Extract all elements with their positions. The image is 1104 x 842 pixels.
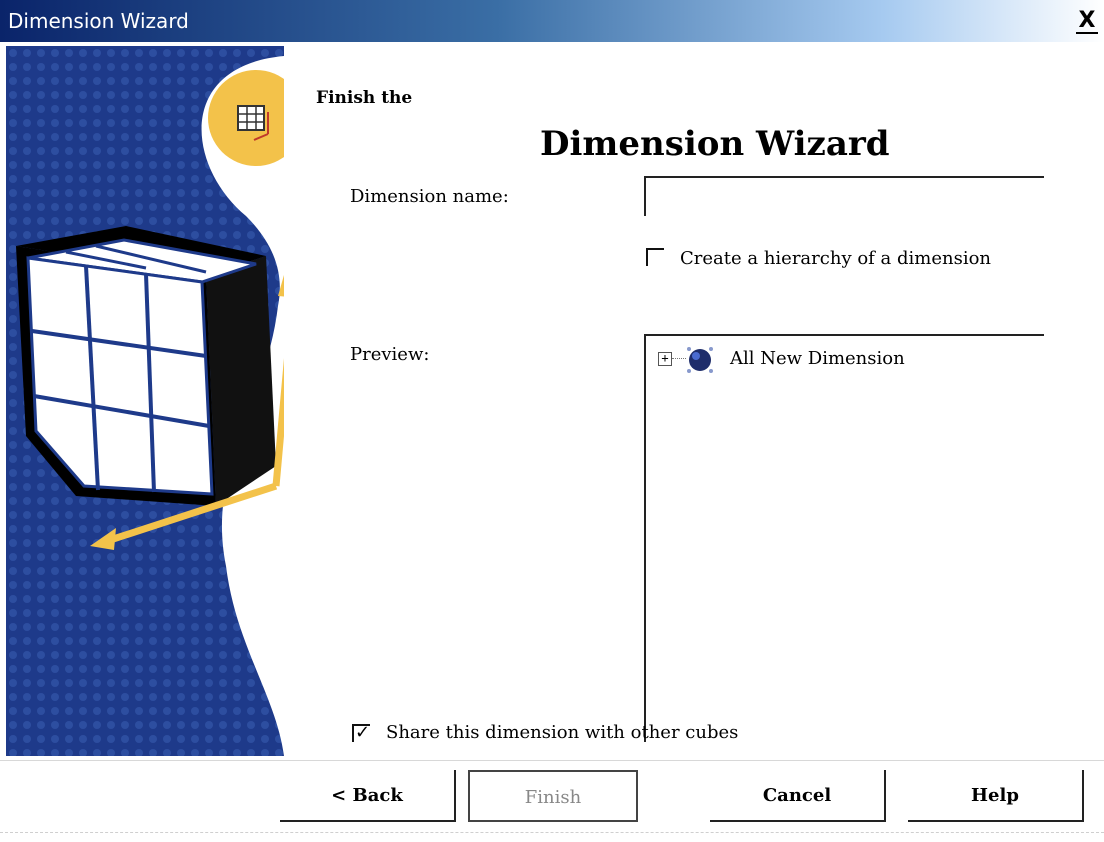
dimension-name-input[interactable] [644,176,1044,216]
cancel-button[interactable]: Cancel [710,770,886,822]
dimension-globe-icon [687,347,713,373]
back-button[interactable]: < Back [280,770,456,822]
share-checkbox[interactable]: ✓ [352,722,371,743]
tree-connector [672,358,686,359]
window-title: Dimension Wizard [8,9,189,33]
finish-button[interactable]: Finish [468,770,638,822]
dimension-name-label-text: Dimension name: [350,186,509,207]
tree-item-all-new-dimension[interactable]: All New Dimension [730,348,905,369]
close-icon[interactable]: X [1079,8,1096,33]
checkmark-icon: ✓ [355,722,371,743]
expand-icon[interactable]: + [658,352,672,366]
page-title: Dimension Wizard [540,124,890,164]
wizard-illustration [6,46,284,756]
close-button[interactable]: X [1076,10,1098,34]
help-button[interactable]: Help [908,770,1084,822]
dimension-name-label: Dimension name: [350,186,509,207]
bottom-divider [0,832,1104,833]
preview-label: Preview: [350,344,430,365]
hierarchy-checkbox[interactable] [646,248,664,266]
share-checkbox-label[interactable]: Share this dimension with other cubes [386,722,738,743]
header-subtitle: Finish the [316,88,413,108]
title-bar: Dimension Wizard X [0,0,1104,42]
cube-icon [16,226,276,506]
divider [0,760,1104,761]
preview-tree[interactable]: + All New Dimension [644,334,1044,742]
hierarchy-checkbox-label[interactable]: Create a hierarchy of a dimension [680,248,991,269]
